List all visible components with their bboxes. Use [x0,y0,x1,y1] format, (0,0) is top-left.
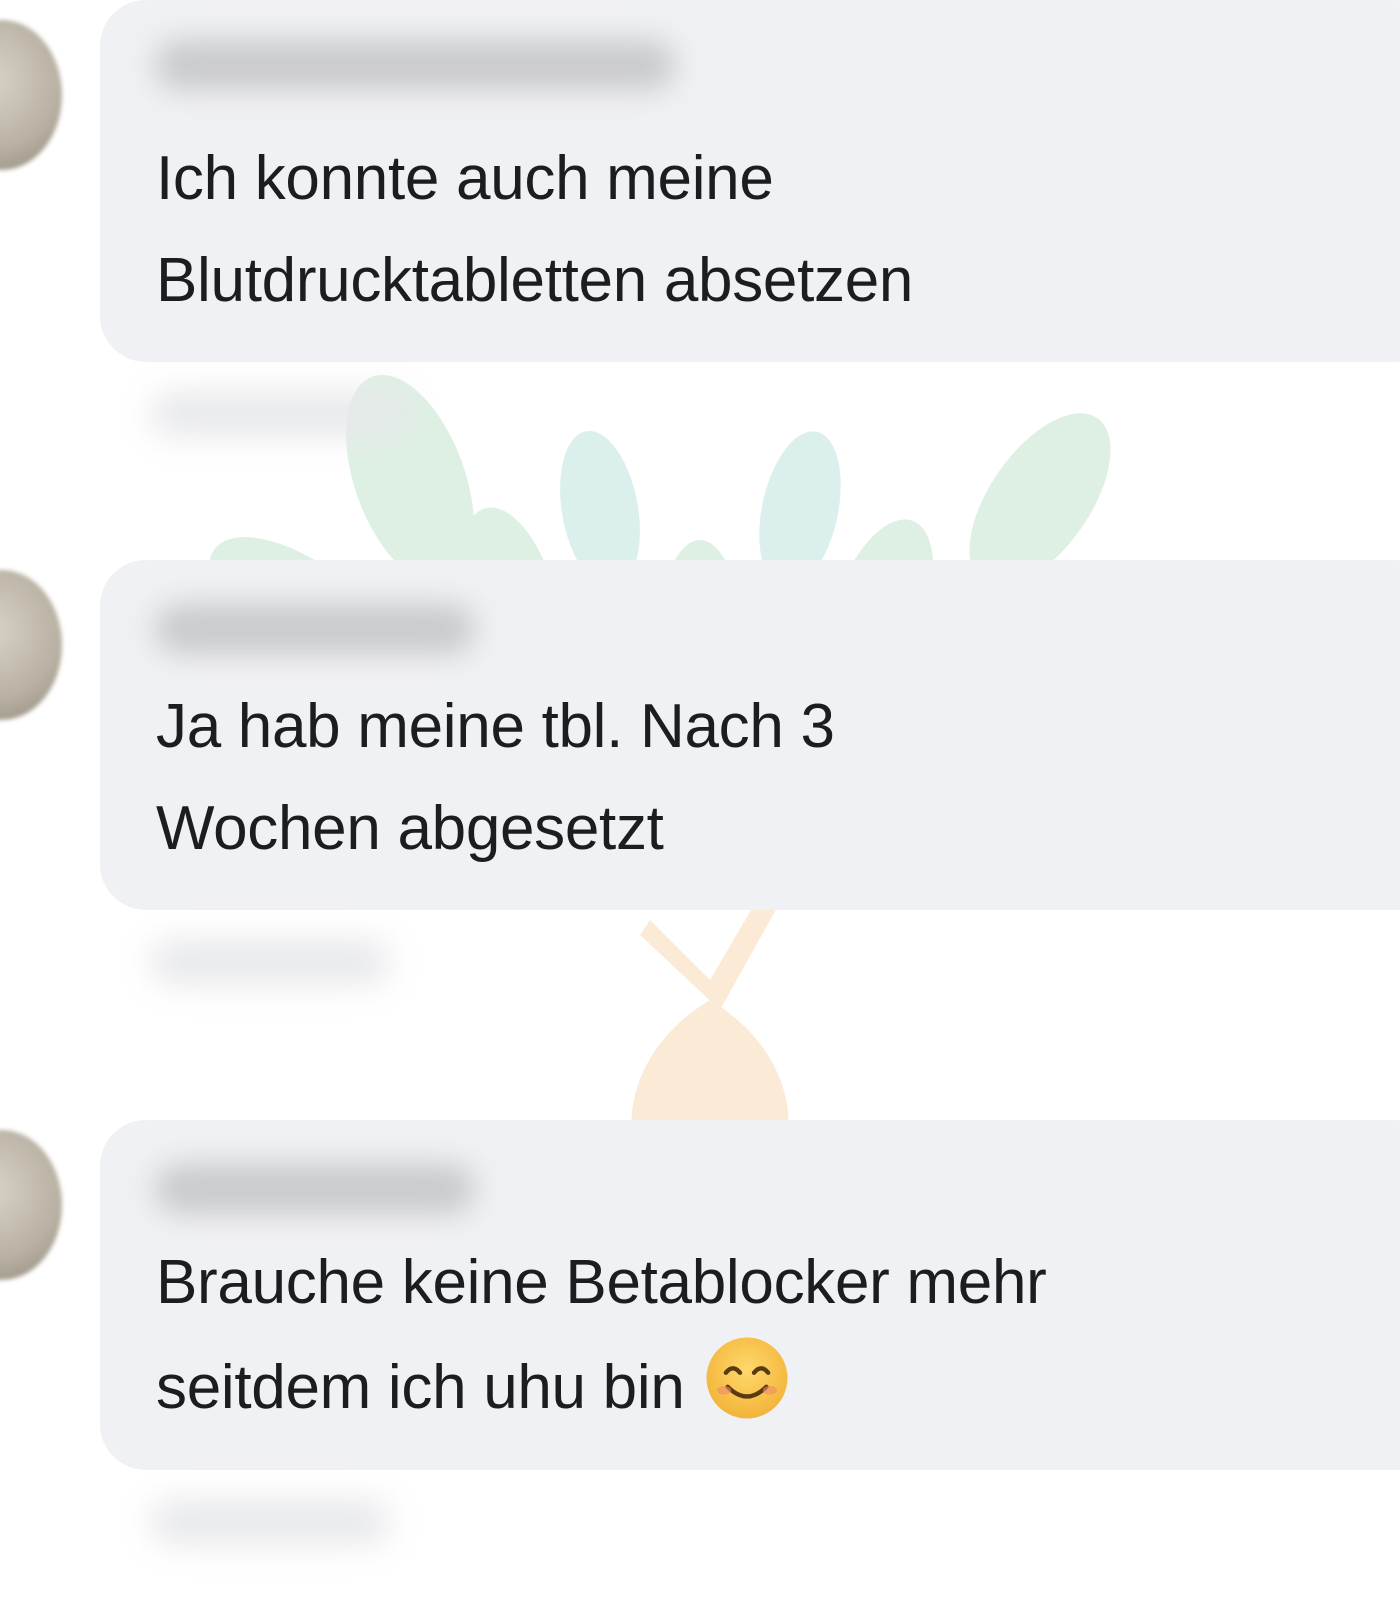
comment-actions-redacted[interactable] [150,1500,390,1544]
comment-text-line: Brauche keine Betablocker mehr [156,1248,1047,1317]
comment-3: Brauche keine Betablocker mehr seitdem i… [0,1120,1400,1544]
comment-text-line: seitdem ich uhu bin [156,1334,1340,1439]
avatar[interactable] [0,570,62,720]
comment-text: Brauche keine Betablocker mehr seitdem i… [156,1232,1340,1439]
comment-text: Ich konnte auch meine Blutdrucktabletten… [156,128,1340,332]
comment-text-fragment: seitdem ich uhu bin [156,1353,685,1422]
comment-actions-redacted[interactable] [150,940,390,984]
comment-text-line: Ich konnte auch meine [156,144,774,213]
comment-2: Ja hab meine tbl. Nach 3 Wochen abgesetz… [0,560,1400,984]
comment-text-line: Wochen abgesetzt [156,794,664,863]
avatar[interactable] [0,20,62,170]
comment-1: Ich konnte auch meine Blutdrucktabletten… [0,0,1400,436]
author-name-redacted[interactable] [155,40,675,90]
author-name-redacted[interactable] [155,1164,475,1214]
author-name-redacted[interactable] [155,604,475,654]
comment-text: Ja hab meine tbl. Nach 3 Wochen abgesetz… [156,676,1340,880]
comment-actions-redacted[interactable] [150,392,410,436]
comment-text-line: Ja hab meine tbl. Nach 3 [156,692,835,761]
smiling-face-emoji-icon [706,1337,787,1419]
comment-text-line: Blutdrucktabletten absetzen [156,246,914,315]
avatar[interactable] [0,1130,62,1280]
